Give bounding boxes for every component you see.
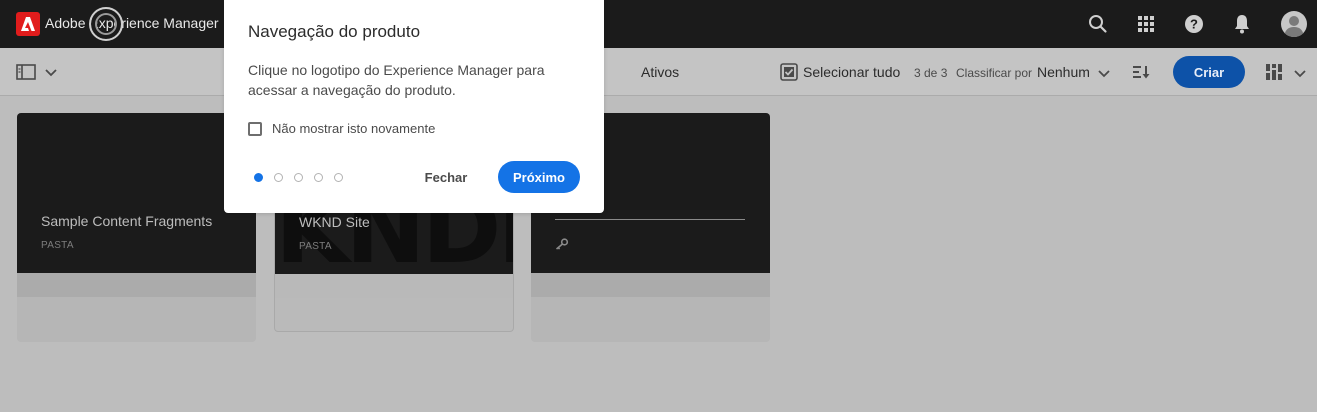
- product-brand-link[interactable]: Adobe Experience Manager: [45, 15, 219, 31]
- card-type: PASTA: [41, 240, 74, 251]
- chevron-down-icon[interactable]: [1098, 66, 1110, 82]
- step-indicator-dot: [254, 173, 263, 182]
- close-button[interactable]: Fechar: [414, 161, 478, 193]
- step-indicator-dot: [294, 173, 303, 182]
- next-button[interactable]: Próximo: [498, 161, 580, 193]
- adobe-logo-icon[interactable]: [16, 12, 40, 36]
- rail-toggle-icon[interactable]: [16, 64, 36, 83]
- create-button[interactable]: Criar: [1173, 56, 1245, 88]
- dont-show-again-checkbox[interactable]: [248, 122, 262, 136]
- svg-text:?: ?: [1190, 17, 1198, 32]
- dialog-title: Navegação do produto: [248, 22, 421, 41]
- dont-show-again-label[interactable]: Não mostrar isto novamente: [272, 121, 435, 136]
- card-title: WKND Site: [299, 214, 370, 230]
- card-divider: [555, 219, 745, 220]
- search-icon[interactable]: [1086, 12, 1110, 36]
- card-title: Sample Content Fragments: [41, 213, 213, 229]
- item-count: 3 de 3: [914, 66, 948, 80]
- dialog-body: Clique no logotipo do Experience Manager…: [248, 62, 545, 98]
- card-type: PASTA: [299, 241, 332, 252]
- key-icon: [555, 237, 569, 255]
- apps-grid-icon[interactable]: [1134, 12, 1158, 36]
- select-all-checkbox-icon[interactable]: [780, 63, 798, 84]
- card-footer: [275, 274, 513, 298]
- product-navigation-dialog: Navegação do produto Clique no logotipo …: [224, 0, 604, 213]
- sort-direction-icon[interactable]: [1132, 64, 1150, 83]
- chevron-down-icon[interactable]: [45, 65, 57, 81]
- view-switcher-icon[interactable]: [1265, 63, 1283, 84]
- chevron-down-icon[interactable]: [1294, 66, 1306, 82]
- help-icon[interactable]: ?: [1182, 12, 1206, 36]
- step-indicator-dot: [334, 173, 343, 182]
- folder-card[interactable]: Sample Content Fragments PASTA: [17, 113, 256, 342]
- select-all-button[interactable]: Selecionar tudo: [803, 64, 900, 80]
- top-shell-bar: Adobe Experience Manager ?: [0, 0, 1317, 48]
- sort-select[interactable]: Nenhum: [1037, 64, 1090, 80]
- coach-mark-focus-ring: [89, 7, 123, 41]
- action-bar: Ativos Selecionar tudo 3 de 3 Classifica…: [0, 48, 1317, 96]
- user-avatar-icon[interactable]: [1281, 11, 1307, 37]
- card-footer: [531, 273, 770, 297]
- notifications-bell-icon[interactable]: [1230, 12, 1254, 36]
- card-footer: [17, 273, 256, 297]
- page-title: Ativos: [641, 64, 680, 80]
- sort-label: Classificar por: [956, 66, 1033, 80]
- step-indicator-dot: [274, 173, 283, 182]
- step-indicator-dot: [314, 173, 323, 182]
